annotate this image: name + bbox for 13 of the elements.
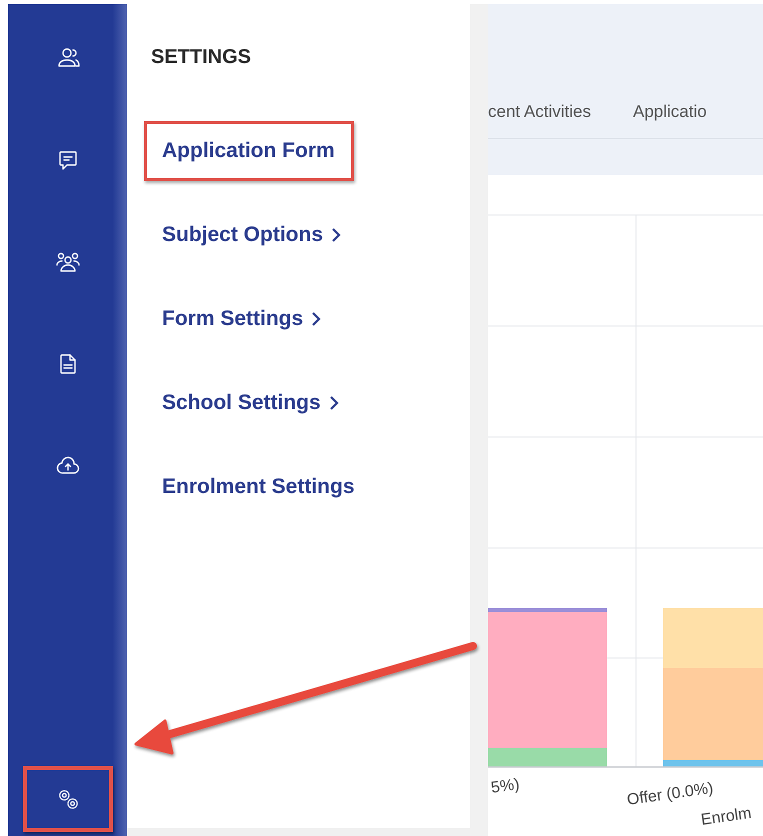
menu-item[interactable]: Enrolment Settings — [144, 457, 374, 517]
tab[interactable]: Applicatio — [633, 102, 707, 138]
horizontal-scrollbar[interactable] — [127, 828, 470, 836]
group-icon[interactable] — [56, 250, 80, 274]
panel-title: SETTINGS — [151, 46, 252, 69]
tab[interactable]: cent Activities — [488, 102, 591, 138]
menu-item[interactable]: Subject Options — [144, 205, 360, 265]
menu-item[interactable]: Form Settings — [144, 289, 340, 349]
axis-label: 5%) — [490, 776, 521, 798]
menu-item[interactable]: Application Form — [144, 121, 354, 181]
menu-item[interactable]: School Settings — [144, 373, 358, 433]
settings-icon[interactable] — [56, 788, 78, 810]
vertical-scrollbar[interactable] — [470, 4, 488, 836]
